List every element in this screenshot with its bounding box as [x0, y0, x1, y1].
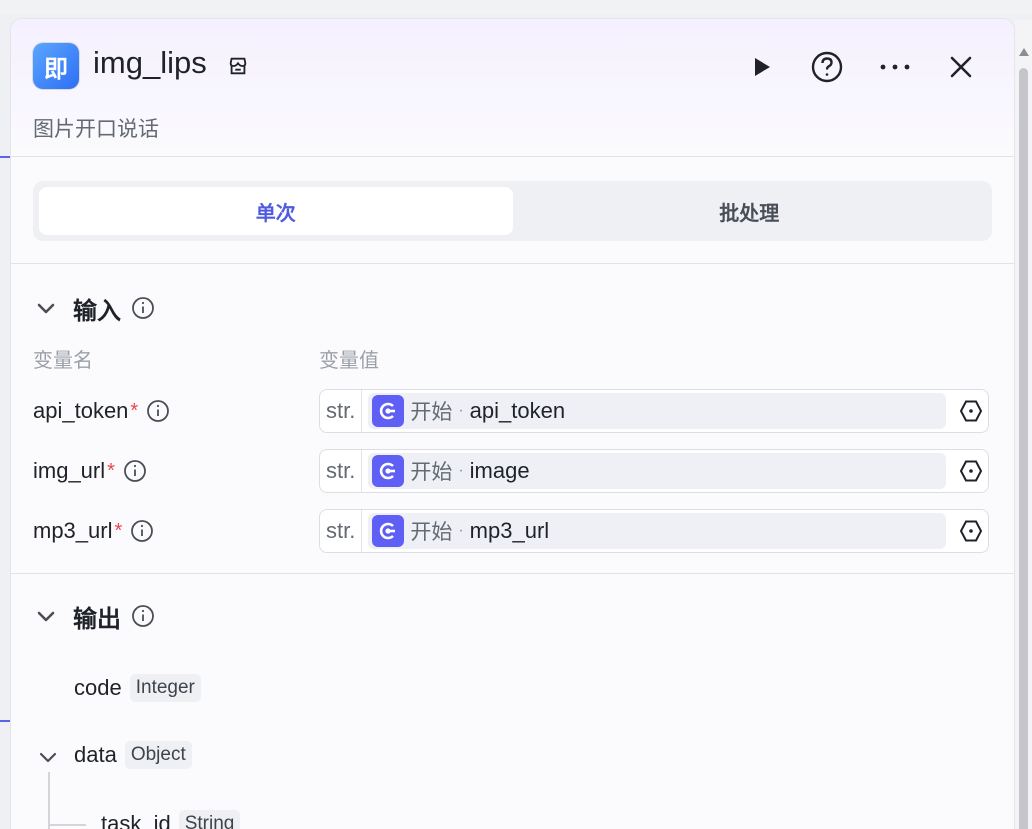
type-tag: str. [324, 510, 363, 552]
type-tag: str. [324, 450, 363, 492]
info-icon[interactable] [131, 296, 155, 320]
plugin-app-icon: 即 [33, 43, 79, 89]
output-type-tag: String [178, 810, 241, 829]
mode-tabs-section: 单次 批处理 [11, 157, 1014, 264]
background-edge-highlight [0, 156, 10, 158]
chevron-down-icon[interactable] [33, 603, 59, 629]
required-mark: * [107, 459, 115, 482]
variable-reference-chip[interactable]: 开始 · image [368, 453, 946, 489]
output-type-tag: Object [124, 741, 192, 769]
input-row-img-url: img_url * str. 开始 · image [11, 441, 1014, 501]
start-node-icon [372, 395, 405, 427]
node-debug-panel: 即 img_lips 图片开口说话 单次 批处理 输入 变量名 变量值 api_… [10, 18, 1015, 829]
required-mark: * [130, 399, 139, 422]
variable-name-text: img_url [33, 458, 106, 483]
input-row-mp3-url: mp3_url * str. 开始 · mp3_url [11, 501, 1014, 561]
variable-value-field[interactable]: str. 开始 · mp3_url [319, 509, 989, 553]
output-section-title: 输出 [73, 605, 121, 633]
output-name: code [74, 675, 122, 700]
output-item-code: code Integer [74, 674, 201, 702]
panel-title: img_lips [93, 45, 207, 80]
background-edge-highlight [0, 720, 10, 722]
info-icon[interactable] [146, 399, 170, 423]
input-section-header[interactable]: 输入 [11, 286, 1014, 330]
panel-subtitle: 图片开口说话 [33, 118, 159, 141]
input-section: 输入 变量名 变量值 api_token * str. 开始 · api_tok… [11, 264, 1014, 573]
variable-value-field[interactable]: str. 开始 · api_token [319, 389, 989, 433]
start-node-icon [372, 515, 405, 547]
play-icon [755, 58, 770, 76]
help-button[interactable] [809, 49, 845, 85]
output-item-data: data Object [74, 741, 192, 769]
scroll-up-arrow-icon[interactable] [1019, 48, 1029, 56]
scrollbar[interactable] [1015, 20, 1032, 829]
reference-node-name: 开始 [410, 401, 453, 424]
close-button[interactable] [943, 49, 979, 85]
variable-name-text: api_token [33, 398, 129, 423]
output-name: task_id [101, 811, 171, 829]
scrollbar-thumb[interactable] [1019, 68, 1028, 829]
chevron-down-icon[interactable] [35, 744, 61, 770]
variable-select-icon[interactable] [958, 398, 984, 424]
variable-value-field[interactable]: str. 开始 · image [319, 449, 989, 493]
reference-variable-name: api_token [469, 398, 566, 423]
input-column-headers: 变量名 变量值 [11, 344, 1014, 373]
chevron-down-icon[interactable] [33, 295, 59, 321]
reference-separator: · [458, 522, 464, 539]
output-item-task-id: task_id String [101, 810, 241, 829]
info-icon[interactable] [131, 604, 155, 628]
tree-connector-line [48, 772, 50, 829]
output-name: data [74, 742, 117, 767]
variable-reference-chip[interactable]: 开始 · mp3_url [368, 513, 946, 549]
start-node-icon [372, 455, 405, 487]
close-icon [950, 56, 972, 78]
reference-separator: · [458, 402, 464, 419]
tree-connector-line [48, 824, 86, 826]
column-variable-name: 变量名 [33, 350, 93, 372]
reference-separator: · [458, 462, 464, 479]
more-button[interactable] [877, 49, 913, 85]
variable-name: mp3_url * [33, 518, 319, 544]
type-tag: str. [324, 390, 363, 432]
output-section: 输出 code Integer data Object task_id Stri… [11, 574, 1014, 829]
info-icon[interactable] [130, 519, 154, 543]
output-section-header[interactable]: 输出 [11, 594, 155, 638]
tab-batch[interactable]: 批处理 [513, 187, 987, 235]
required-mark: * [114, 519, 123, 542]
variable-name: api_token * [33, 398, 319, 424]
background-top-strip [0, 0, 1032, 14]
reference-node-name: 开始 [410, 461, 453, 484]
mode-tabs: 单次 批处理 [33, 181, 992, 241]
variable-reference-chip[interactable]: 开始 · api_token [368, 393, 946, 429]
reference-node-name: 开始 [410, 521, 453, 544]
help-icon [811, 51, 843, 83]
panel-header: 即 img_lips 图片开口说话 [11, 19, 1014, 157]
store-icon[interactable] [227, 55, 249, 77]
input-row-api-token: api_token * str. 开始 · api_token [11, 381, 1014, 441]
info-icon[interactable] [123, 459, 147, 483]
more-icon [880, 64, 910, 70]
variable-name-text: mp3_url [33, 518, 113, 543]
input-section-title: 输入 [73, 297, 121, 325]
output-type-tag: Integer [129, 674, 201, 702]
run-button[interactable] [743, 49, 779, 85]
column-variable-value: 变量值 [319, 350, 379, 372]
reference-variable-name: image [469, 458, 530, 483]
variable-select-icon[interactable] [958, 518, 984, 544]
tab-single[interactable]: 单次 [39, 187, 513, 235]
variable-name: img_url * [33, 458, 319, 484]
variable-select-icon[interactable] [958, 458, 984, 484]
reference-variable-name: mp3_url [469, 518, 550, 543]
